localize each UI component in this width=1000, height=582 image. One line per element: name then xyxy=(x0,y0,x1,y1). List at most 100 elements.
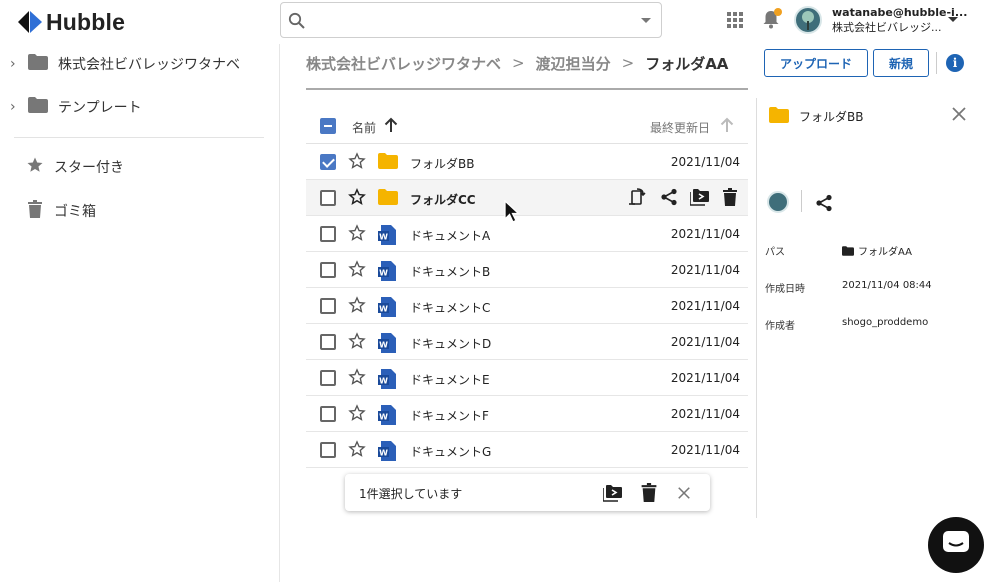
star-outline-icon[interactable] xyxy=(348,224,366,246)
share-icon[interactable] xyxy=(660,188,678,210)
row-checkbox[interactable] xyxy=(320,442,336,458)
file-name[interactable]: フォルダCC xyxy=(410,191,476,208)
sidebar: › 株式会社ビバレッジワタナベ › テンプレート スター付き ゴミ箱 xyxy=(0,44,280,582)
move-to-folder-icon[interactable] xyxy=(602,484,623,506)
sidebar-item-trash[interactable]: ゴミ箱 xyxy=(0,196,96,226)
sidebar-item-label: スター付き xyxy=(54,160,124,176)
file-date: 2021/11/04 xyxy=(670,371,740,385)
file-name[interactable]: ドキュメントE xyxy=(410,371,490,388)
account-dropdown-icon[interactable] xyxy=(948,17,958,22)
trash-icon[interactable] xyxy=(641,483,657,506)
move-to-folder-icon[interactable] xyxy=(689,188,710,210)
table-row[interactable]: W ドキュメントA 2021/11/04 xyxy=(306,216,748,252)
svg-text:W: W xyxy=(379,377,388,386)
file-name[interactable]: ドキュメントA xyxy=(410,227,490,244)
close-icon[interactable] xyxy=(951,106,967,126)
sort-by-date[interactable]: 最終更新日 xyxy=(650,119,710,136)
star-outline-icon[interactable] xyxy=(348,296,366,318)
row-checkbox[interactable] xyxy=(320,226,336,242)
star-outline-icon[interactable] xyxy=(348,152,366,174)
row-checkbox[interactable] xyxy=(320,334,336,350)
row-actions xyxy=(628,188,738,210)
chevron-right-icon: > xyxy=(512,54,525,72)
file-name[interactable]: フォルダBB xyxy=(410,155,474,172)
top-bar: Hubble watanabe@hubble-i... 株式会社ビバレッジ... xyxy=(0,0,1000,44)
user-avatar[interactable] xyxy=(794,6,822,34)
table-row[interactable]: フォルダBB 2021/11/04 xyxy=(306,144,748,180)
detail-path[interactable]: フォルダAA xyxy=(842,243,912,258)
row-checkbox[interactable] xyxy=(320,370,336,386)
selection-bar: 1件選択しています xyxy=(345,474,710,511)
sidebar-divider xyxy=(14,137,264,138)
file-date: 2021/11/04 xyxy=(670,263,740,277)
share-icon[interactable] xyxy=(815,194,833,216)
chevron-right-icon[interactable]: › xyxy=(10,99,22,115)
sidebar-item-label: 株式会社ビバレッジワタナベ xyxy=(58,57,240,73)
details-separator xyxy=(801,190,802,212)
word-document-icon: W xyxy=(378,225,396,249)
sort-by-name[interactable]: 名前 xyxy=(352,119,376,136)
star-icon xyxy=(26,156,44,178)
detail-value: shogo_proddemo xyxy=(842,317,929,328)
select-all-checkbox[interactable] xyxy=(320,118,336,134)
info-icon[interactable]: i xyxy=(946,54,964,72)
file-name[interactable]: ドキュメントF xyxy=(410,407,489,424)
row-checkbox[interactable] xyxy=(320,298,336,314)
star-outline-icon[interactable] xyxy=(348,260,366,282)
file-name[interactable]: ドキュメントB xyxy=(410,263,490,280)
file-date: 2021/11/04 xyxy=(670,299,740,313)
sidebar-item-starred[interactable]: スター付き xyxy=(0,152,124,182)
upload-button[interactable]: アップロード xyxy=(764,49,868,77)
chevron-right-icon[interactable]: › xyxy=(10,56,22,72)
file-name[interactable]: ドキュメントD xyxy=(410,335,491,352)
breadcrumb: 株式会社ビバレッジワタナベ > 渡辺担当分 > フォルダAA xyxy=(306,50,728,76)
arrow-up-icon[interactable] xyxy=(720,117,734,137)
file-date: 2021/11/04 xyxy=(670,443,740,457)
table-row[interactable]: フォルダCC xyxy=(306,180,748,216)
star-outline-icon[interactable] xyxy=(348,332,366,354)
chat-support-button[interactable] xyxy=(928,517,984,573)
sidebar-item-company[interactable]: › 株式会社ビバレッジワタナベ xyxy=(0,49,240,79)
details-panel: フォルダBB パス フォルダAA 作成日時 2021/11/04 08:44 作… xyxy=(757,98,977,518)
sidebar-item-template[interactable]: › テンプレート xyxy=(0,92,142,122)
app-logo[interactable]: Hubble xyxy=(18,8,125,36)
file-name[interactable]: ドキュメントG xyxy=(410,443,491,460)
search-input[interactable] xyxy=(311,9,631,31)
row-checkbox[interactable] xyxy=(320,262,336,278)
table-row[interactable]: W ドキュメントD 2021/11/04 xyxy=(306,324,748,360)
row-checkbox[interactable] xyxy=(320,154,336,170)
apps-grid-icon[interactable] xyxy=(727,12,743,32)
table-row[interactable]: W ドキュメントC 2021/11/04 xyxy=(306,288,748,324)
svg-text:W: W xyxy=(379,305,388,314)
detail-label: パス xyxy=(765,247,785,258)
star-outline-icon[interactable] xyxy=(348,368,366,390)
file-name[interactable]: ドキュメントC xyxy=(410,299,490,316)
word-document-icon: W xyxy=(378,441,396,465)
close-icon[interactable] xyxy=(677,485,691,504)
star-outline-icon[interactable] xyxy=(348,440,366,462)
search-box[interactable] xyxy=(280,2,662,38)
breadcrumb-item[interactable]: 渡辺担当分 xyxy=(536,53,611,74)
table-row[interactable]: W ドキュメントG 2021/11/04 xyxy=(306,432,748,468)
file-date: 2021/11/04 xyxy=(670,155,740,169)
new-button[interactable]: 新規 xyxy=(873,49,929,77)
row-checkbox[interactable] xyxy=(320,190,336,206)
rename-icon[interactable] xyxy=(628,188,648,210)
breadcrumb-item[interactable]: 株式会社ビバレッジワタナベ xyxy=(306,53,501,74)
star-outline-icon[interactable] xyxy=(348,188,366,210)
file-date: 2021/11/04 xyxy=(670,227,740,241)
table-row[interactable]: W ドキュメントF 2021/11/04 xyxy=(306,396,748,432)
row-checkbox[interactable] xyxy=(320,406,336,422)
search-dropdown-icon[interactable] xyxy=(641,18,651,23)
table-row[interactable]: W ドキュメントE 2021/11/04 xyxy=(306,360,748,396)
star-outline-icon[interactable] xyxy=(348,404,366,426)
file-date: 2021/11/04 xyxy=(670,335,740,349)
detail-value: 2021/11/04 08:44 xyxy=(842,280,932,291)
file-date: 2021/11/04 xyxy=(670,407,740,421)
trash-icon[interactable] xyxy=(722,188,738,210)
table-row[interactable]: W ドキュメントB 2021/11/04 xyxy=(306,252,748,288)
notification-bell-icon[interactable] xyxy=(762,8,782,33)
arrow-up-icon[interactable] xyxy=(384,117,398,137)
breadcrumb-current: フォルダAA xyxy=(645,54,729,73)
notification-dot xyxy=(774,8,782,16)
